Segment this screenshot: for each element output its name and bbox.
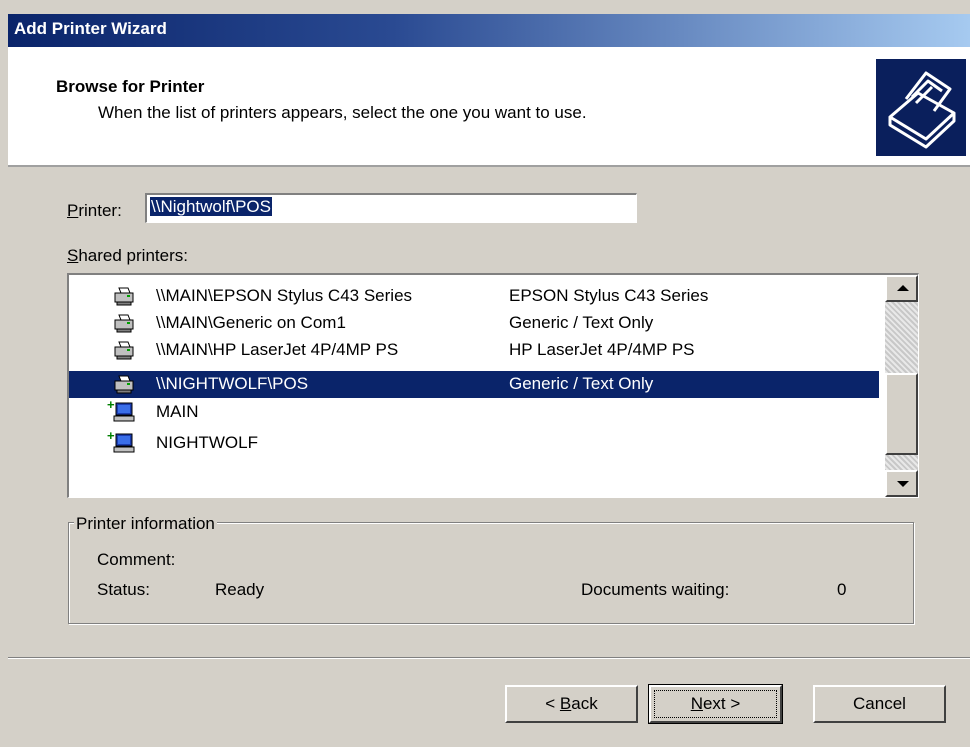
printer-model: Generic / Text Only [509,374,654,393]
scroll-thumb[interactable] [885,373,918,455]
printer-path-input[interactable]: \\Nightwolf\POS [145,193,637,223]
footer-divider [8,657,970,659]
tree-item-main-epson[interactable]: \\MAIN\EPSON Stylus C43 Series EPSON Sty… [69,283,879,310]
printer-name: \\MAIN\HP LaserJet 4P/4MP PS [156,340,399,359]
tree-item-main[interactable]: + MAIN [69,397,879,426]
computer-icon [113,401,135,423]
status-label: Status: [97,580,150,599]
arrow-up-icon [897,285,909,291]
window-title: Add Printer Wizard [14,19,167,38]
documents-waiting-value: 0 [837,580,847,599]
header-subtitle: When the list of printers appears, selec… [98,103,587,122]
arrow-down-icon [897,481,909,487]
printer-icon [113,285,135,307]
printer-name: \\MAIN\EPSON Stylus C43 Series [156,286,413,305]
next-button[interactable]: Next > [648,684,783,724]
tree-item-main-generic[interactable]: \\MAIN\Generic on Com1 Generic / Text On… [69,310,879,337]
printer-name: \\NIGHTWOLF\POS [156,374,309,393]
status-value: Ready [215,580,265,599]
printer-label: Printer: [67,201,122,220]
tree-item-main-hp[interactable]: \\MAIN\HP LaserJet 4P/4MP PS HP LaserJet… [69,337,879,364]
comment-label: Comment: [97,550,176,569]
computer-name: NIGHTWOLF [156,433,258,452]
printer-information-group [68,522,914,624]
printer-information-title: Printer information [74,514,217,534]
printer-icon [113,312,135,334]
printer-model: Generic / Text Only [509,313,654,332]
printer-path-value: \\Nightwolf\POS [150,197,272,216]
scroll-up-button[interactable] [885,275,918,302]
printer-icon [113,339,135,361]
printer-model: HP LaserJet 4P/4MP PS [509,340,695,359]
tree-item-nightwolf[interactable]: + NIGHTWOLF [69,428,879,457]
shared-printers-tree[interactable]: \\MAIN\EPSON Stylus C43 Series EPSON Sty… [67,273,919,498]
computer-icon [113,432,135,454]
wizard-header: Browse for Printer When the list of prin… [8,47,970,167]
scroll-down-button[interactable] [885,470,918,497]
shared-printers-label: Shared printers: [67,246,188,265]
printer-name: \\MAIN\Generic on Com1 [156,313,346,332]
vertical-scrollbar[interactable] [885,275,918,497]
computer-name: MAIN [156,402,199,421]
printer-wizard-icon [876,59,966,156]
printer-icon [113,373,135,395]
tree-item-nightwolf-pos[interactable]: \\NIGHTWOLF\POS Generic / Text Only [69,371,879,398]
documents-waiting-label: Documents waiting: [581,580,730,599]
back-button[interactable]: < Back [505,685,638,723]
header-title: Browse for Printer [56,77,205,96]
cancel-button[interactable]: Cancel [813,685,946,723]
printer-model: EPSON Stylus C43 Series [509,286,709,305]
title-bar[interactable]: Add Printer Wizard [8,14,970,47]
